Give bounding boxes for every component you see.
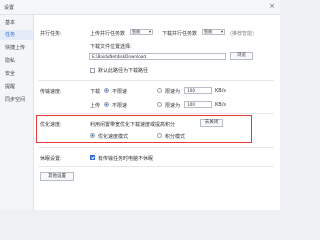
- chevron-down-icon: ▾: [148, 29, 151, 34]
- download-path-input[interactable]: E:\BaiduNetdiskDownload: [89, 53, 226, 60]
- download-parallel-label: 下载并行任务数: [162, 31, 198, 37]
- sidebar-item-quick-upload[interactable]: 快捷上传: [0, 43, 33, 53]
- upload-limit-input[interactable]: 100: [184, 101, 212, 108]
- upload-parallel-label: 上传并行任务数: [90, 31, 126, 37]
- sidebar-item-basic[interactable]: 基本: [0, 18, 33, 28]
- sidebar-item-privacy[interactable]: 隐私: [0, 56, 33, 66]
- sleep-settings-label: 休眠设置:: [40, 156, 62, 162]
- sidebar-item-reminder[interactable]: 提醒: [0, 82, 33, 92]
- download-parallel-select[interactable]: 智能 ▾: [202, 29, 225, 35]
- upload-unlimited-label: 不限速: [112, 103, 128, 109]
- sidebar-item-sync-space[interactable]: 同步空间: [0, 95, 33, 105]
- parallel-tasks-label: 并行任务:: [40, 31, 62, 37]
- no-sleep-label: 有传输任务时电脑不休眠: [98, 156, 154, 162]
- points-mode-label: 积分模式: [165, 134, 186, 140]
- upload-parallel-select[interactable]: 智能 ▾: [130, 29, 153, 35]
- chevron-down-icon: ▾: [220, 29, 223, 34]
- upload-unlimited-radio[interactable]: [104, 102, 109, 107]
- download-unit: KB/s: [215, 88, 226, 94]
- divider: [38, 147, 274, 148]
- close-icon[interactable]: ×: [269, 2, 275, 10]
- no-sleep-checkbox[interactable]: [90, 155, 95, 160]
- title-bar: 设置 ×: [0, 0, 280, 15]
- upload-limit-label: 限速为: [165, 103, 181, 109]
- divider: [38, 166, 274, 167]
- sidebar-item-security[interactable]: 安全: [0, 69, 33, 79]
- default-path-label: 默认此路径为下载路径: [98, 68, 149, 74]
- upload-unit: KB/s: [215, 102, 226, 108]
- download-limit-input[interactable]: 100: [184, 87, 212, 94]
- download-unlimited-radio[interactable]: [104, 88, 109, 93]
- recommend-hint: (推荐智能): [230, 31, 254, 37]
- optimize-speed-mode-label: 优化速度模式: [98, 134, 129, 140]
- download-limit-radio[interactable]: [157, 88, 162, 93]
- download-unlimited-label: 不限速: [112, 89, 128, 95]
- other-settings-button[interactable]: 其他设置: [40, 172, 74, 181]
- points-mode-radio[interactable]: [157, 133, 162, 138]
- upload-limit-radio[interactable]: [157, 102, 162, 107]
- turn-off-button[interactable]: 去关闭: [200, 119, 223, 127]
- download-limit-label: 限速为: [165, 89, 181, 95]
- window-title: 设置: [4, 5, 15, 11]
- divider: [38, 80, 274, 81]
- download-location-label: 下载文件位置选择:: [90, 44, 132, 50]
- browse-button[interactable]: 浏览: [230, 52, 253, 60]
- transfer-speed-label: 传输速度:: [40, 89, 62, 95]
- upload-speed-label: 上传: [90, 103, 101, 109]
- settings-window: 设置 × 基本 任务 快捷上传 隐私 安全 提醒 同步空间 并行任务: 上传并行…: [0, 0, 280, 210]
- optimize-speed-radio[interactable]: [90, 133, 95, 138]
- download-speed-label: 下载: [90, 89, 101, 95]
- divider: [38, 113, 274, 114]
- sidebar: 基本 任务 快捷上传 隐私 安全 提醒 同步空间: [0, 15, 34, 210]
- optimize-speed-label: 优化速度:: [40, 122, 62, 128]
- default-path-checkbox[interactable]: [90, 68, 95, 73]
- optimize-description: 利用闲置带宽优化下载速度或提高积分: [90, 122, 176, 128]
- sidebar-item-tasks[interactable]: 任务: [0, 30, 33, 40]
